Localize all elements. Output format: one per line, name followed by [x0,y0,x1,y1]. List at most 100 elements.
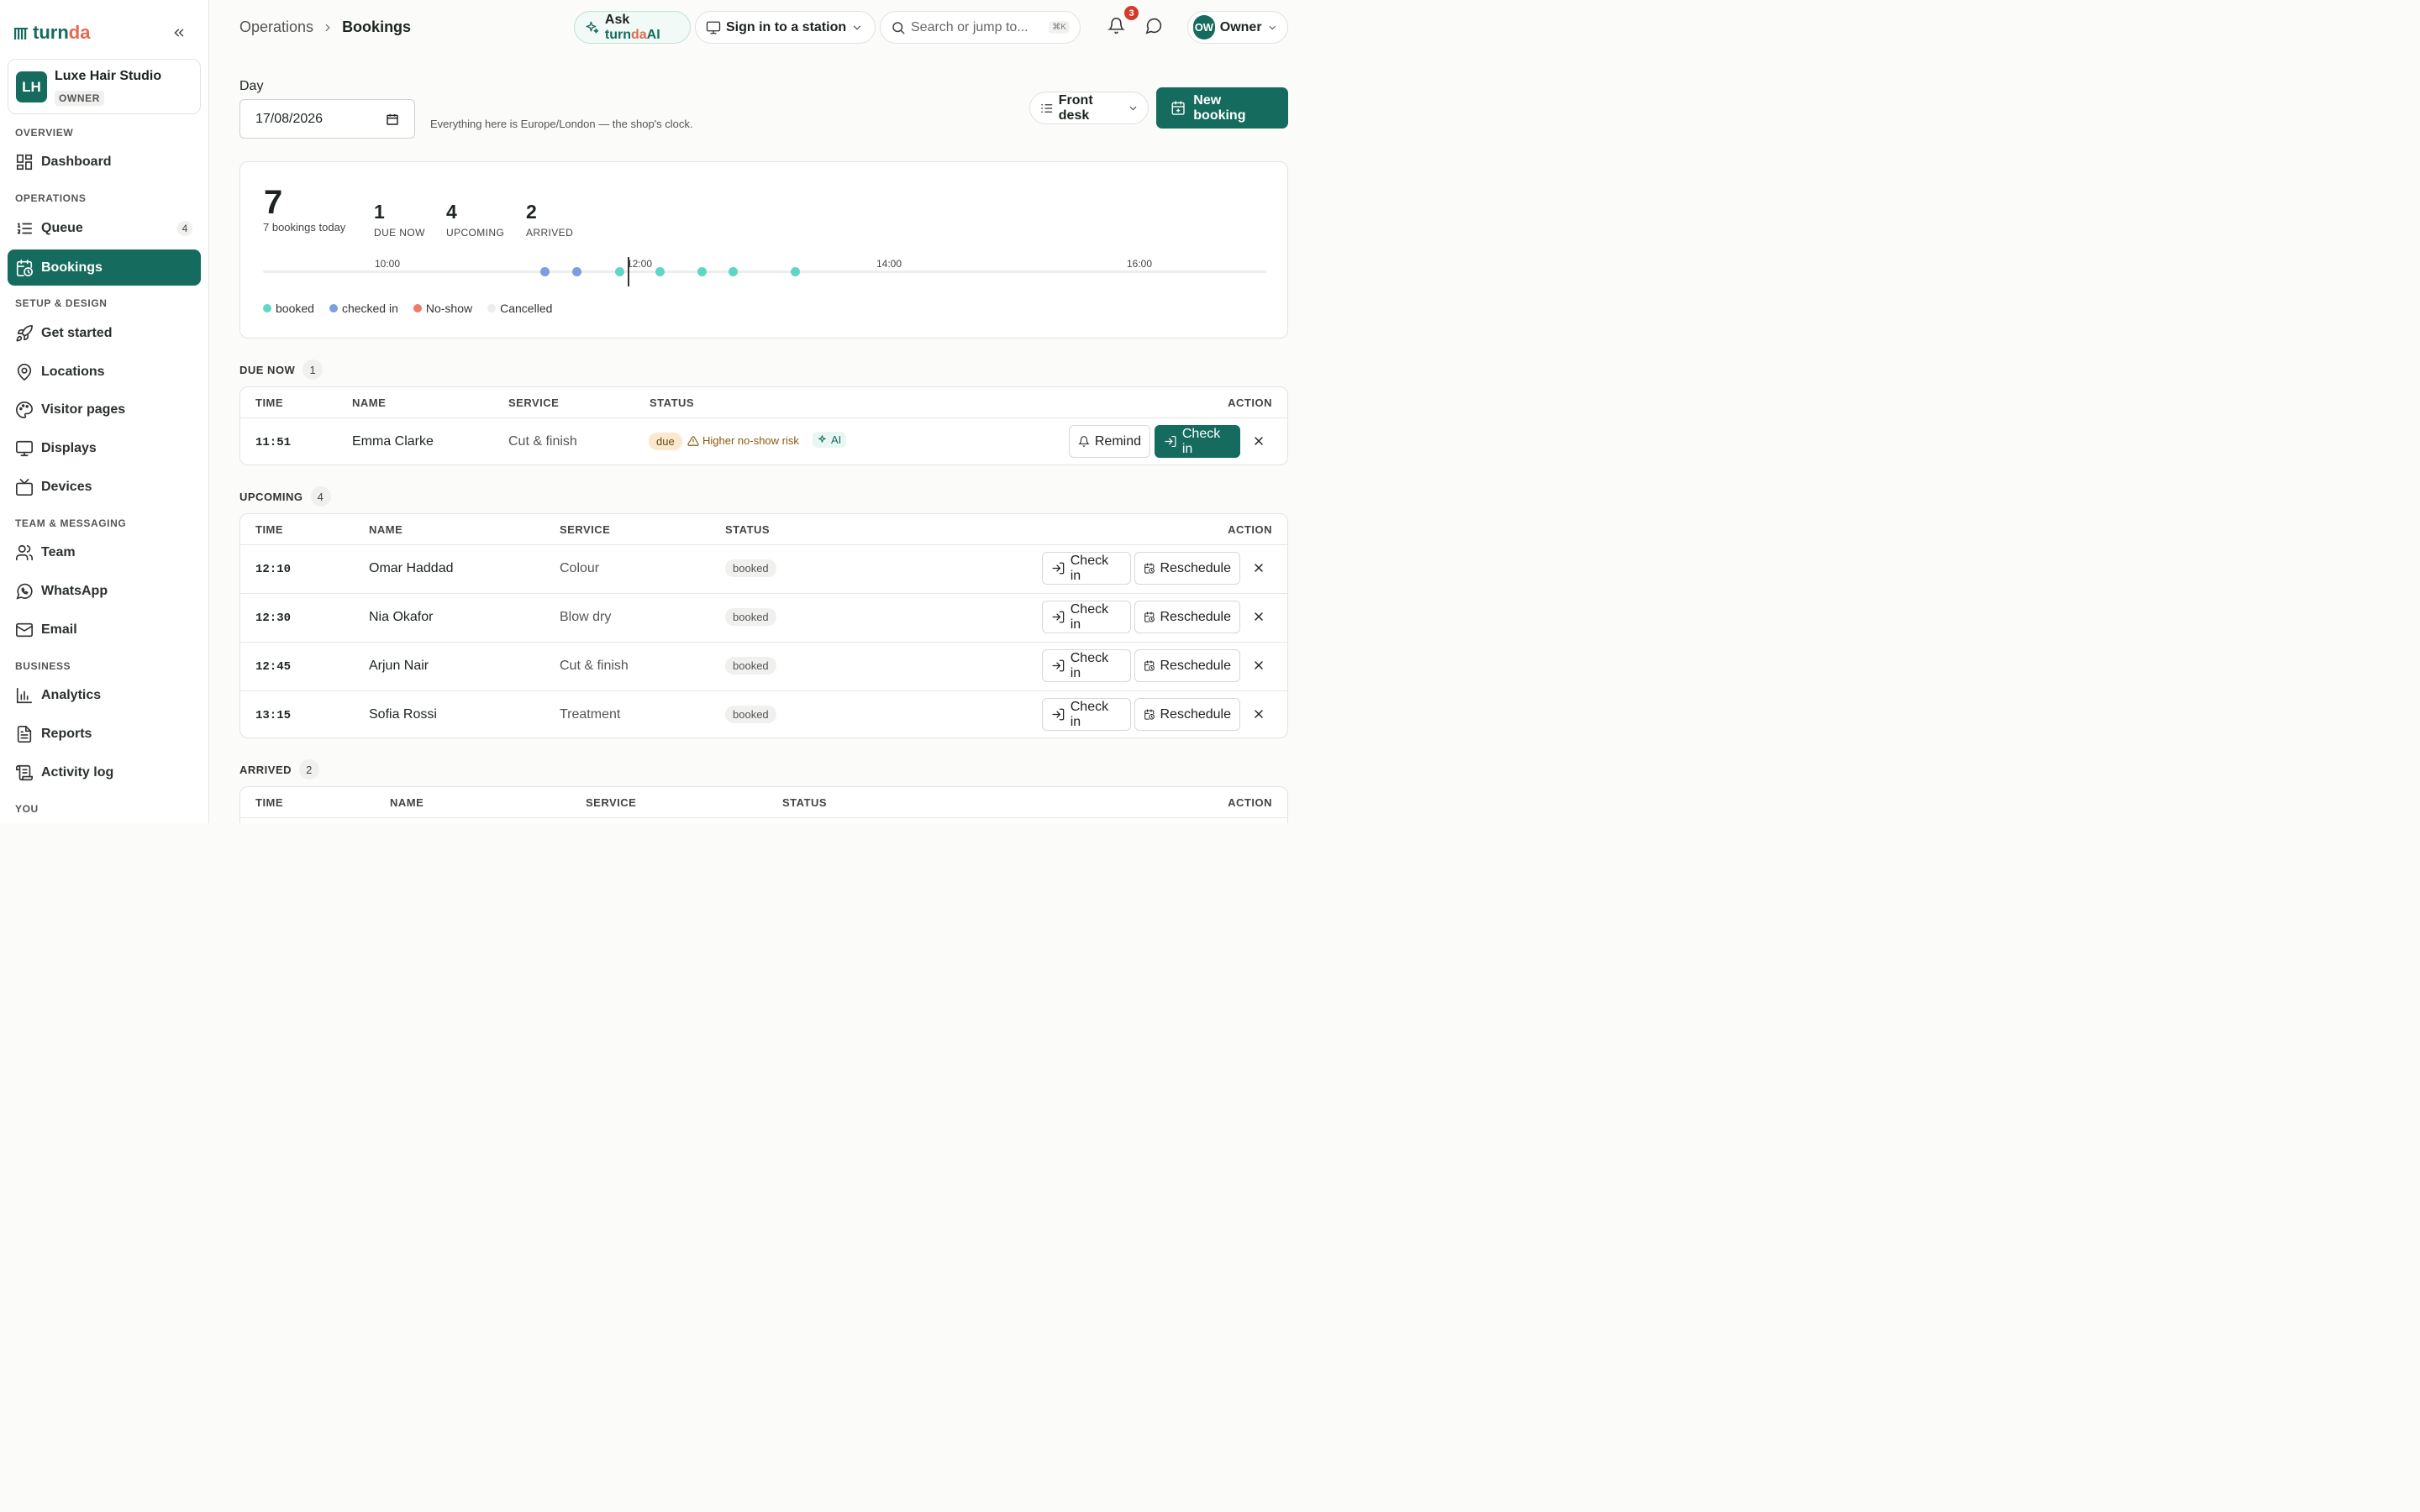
cancel-booking-button[interactable] [1252,707,1265,721]
sidebar-item-team[interactable]: Team [8,535,201,570]
section-you: YOU [15,803,39,815]
reschedule-button[interactable]: Reschedule [1134,649,1240,682]
search-input[interactable]: Search or jump to... ⌘K [880,11,1081,44]
workspace-role-badge: OWNER [55,91,104,106]
breadcrumb-current: Bookings [342,18,412,35]
row-name[interactable]: Arjun Nair [369,659,429,674]
arrived-table: TIME NAME SERVICE STATUS ACTION [239,786,1288,823]
timeline-dot-booked[interactable] [791,267,800,276]
sidebar-item-label: Email [41,622,77,637]
tv-icon [16,479,33,496]
check-in-button[interactable]: Check in [1155,425,1240,458]
owner-menu[interactable]: OW Owner [1187,11,1288,44]
cancel-booking-button[interactable] [1252,561,1265,575]
timeline-dot-checked-in[interactable] [572,267,581,276]
legend-label: booked [276,302,314,315]
date-input[interactable]: 17/08/2026 [239,99,415,139]
reschedule-button[interactable]: Reschedule [1134,552,1240,585]
workspace-name: Luxe Hair Studio [55,69,162,83]
close-icon [1255,612,1263,621]
group-count: 2 [299,759,320,780]
messages-button[interactable] [1145,17,1163,34]
search-shortcut: ⌘K [1049,21,1070,34]
check-in-button[interactable]: Check in [1042,601,1131,633]
alert-triangle-icon [687,435,699,446]
sidebar-item-analytics[interactable]: Analytics [8,678,201,713]
row-name[interactable]: Nia Okafor [369,610,433,625]
sidebar-item-queue[interactable]: Queue 4 [8,211,201,246]
sidebar-item-whatsapp[interactable]: WhatsApp [8,574,201,609]
users-icon [16,544,33,561]
sparkles-icon [818,435,826,443]
ask-ai-button[interactable]: Ask turndaAI [574,11,691,44]
timeline-dot-booked[interactable] [729,267,738,276]
reschedule-button[interactable]: Reschedule [1134,698,1240,731]
timeline-dot-booked[interactable] [615,267,624,276]
logo-text-a: turn [33,22,69,43]
sidebar-item-bookings[interactable]: Bookings [8,249,201,286]
timeline-dot-booked[interactable] [697,267,707,276]
search-icon [892,21,905,34]
timeline-dot-booked[interactable] [655,267,665,276]
col-time: TIME [255,796,284,809]
remind-button[interactable]: Remind [1069,425,1150,458]
calendar-icon[interactable] [386,113,399,126]
check-in-button[interactable]: Check in [1042,552,1131,585]
sidebar-item-dashboard[interactable]: Dashboard [8,144,201,180]
sidebar-item-label: Visitor pages [41,402,126,417]
ai-badge[interactable]: AI [813,432,847,448]
timeline-dot-checked-in[interactable] [540,267,550,276]
owner-avatar: OW [1193,15,1215,39]
legend-swatch [413,304,422,312]
sidebar-item-label: Reports [41,727,92,741]
rocket-icon [16,325,33,342]
sidebar-item-email[interactable]: Email [8,612,201,648]
sidebar-item-label: Team [41,545,76,559]
section-overview: OVERVIEW [15,127,74,139]
cancel-booking-button[interactable] [1252,659,1265,672]
row-name[interactable]: Sofia Rossi [369,707,437,722]
mail-icon [16,622,33,638]
collapse-sidebar-button[interactable] [171,25,187,40]
row-time: 11:51 [255,436,292,449]
group-count: 4 [310,486,331,507]
turnda-logo[interactable]: turnda [14,22,90,44]
row-name[interactable]: Omar Haddad [369,561,454,576]
log-in-icon [1052,611,1065,623]
col-action: ACTION [1228,796,1272,809]
reschedule-button[interactable]: Reschedule [1134,601,1240,633]
check-in-button[interactable]: Check in [1042,649,1131,682]
log-in-icon [1052,659,1065,672]
sidebar-item-label: WhatsApp [41,584,108,598]
stat-value: 4 [446,201,457,223]
scroll-text-icon [16,764,33,781]
notifications-button[interactable] [1107,17,1125,34]
workspace-card[interactable]: LH Luxe Hair Studio OWNER [8,59,201,114]
sidebar-item-label: Devices [41,480,92,494]
close-icon [1255,661,1263,669]
logo-text-b: da [68,22,91,43]
chevron-right-icon [325,24,330,31]
new-booking-button[interactable]: New booking [1156,87,1288,129]
sidebar-item-visitor-pages[interactable]: Visitor pages [8,392,201,428]
legend-swatch [487,304,497,312]
row-name[interactable]: Emma Clarke [352,434,434,449]
section-team: TEAM & MESSAGING [15,517,127,529]
sparkles-icon [586,21,599,34]
cancel-booking-button[interactable] [1252,610,1265,623]
sidebar-item-locations[interactable]: Locations [8,354,201,390]
cancel-booking-button[interactable] [1252,434,1265,448]
sidebar-item-activity-log[interactable]: Activity log [8,755,201,790]
sidebar-item-displays[interactable]: Displays [8,431,201,466]
ask-brand-c: AI [646,27,660,42]
owner-label: Owner [1219,19,1262,34]
station-select[interactable]: Sign in to a station [695,11,876,44]
sidebar-item-devices[interactable]: Devices [8,470,201,505]
sidebar-item-get-started[interactable]: Get started [8,316,201,351]
breadcrumb-parent[interactable]: Operations [239,18,313,36]
sidebar-item-reports[interactable]: Reports [8,717,201,752]
view-select[interactable]: Front desk [1029,92,1149,124]
log-in-icon [1052,562,1065,575]
check-in-button[interactable]: Check in [1042,698,1131,731]
log-in-icon [1165,435,1176,448]
